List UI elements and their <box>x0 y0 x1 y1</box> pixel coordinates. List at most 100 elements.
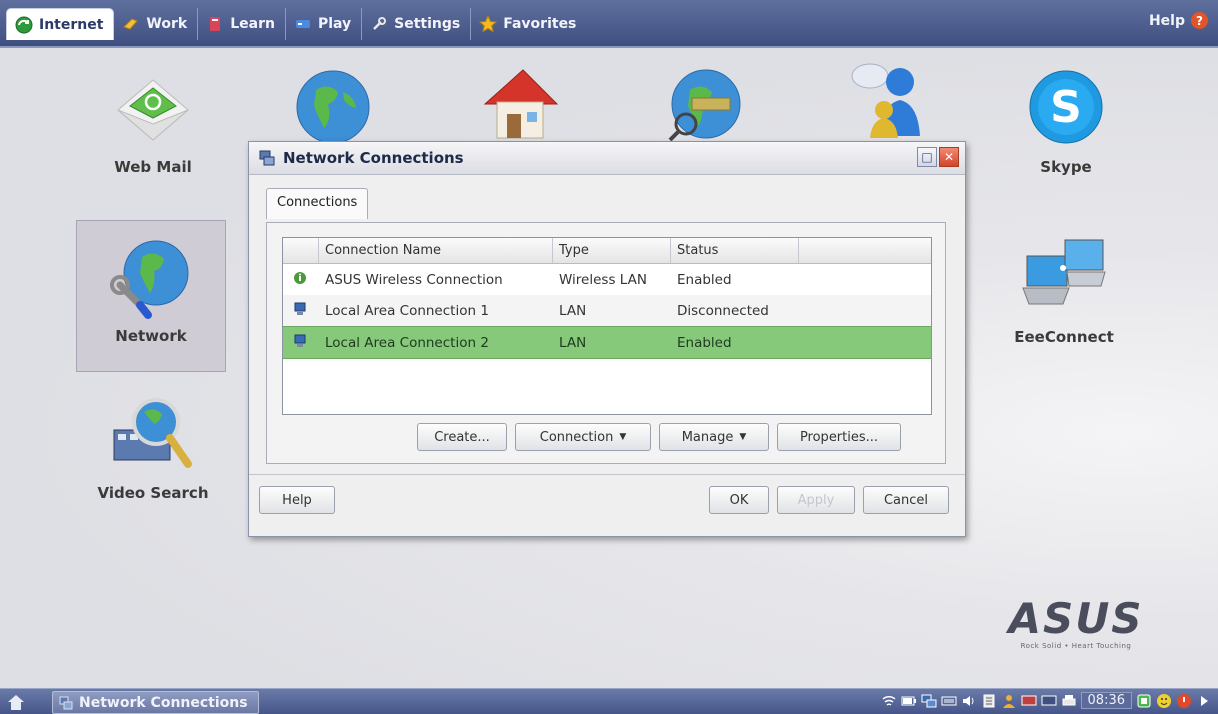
internet-icon <box>15 16 33 33</box>
app-label: Web Mail <box>114 158 192 176</box>
column-header-name[interactable]: Connection Name <box>319 238 553 263</box>
battery-icon[interactable] <box>901 693 917 709</box>
app-label: Skype <box>1040 158 1092 176</box>
apply-button[interactable]: Apply <box>777 486 855 514</box>
chevron-down-icon: ▼ <box>619 432 627 442</box>
tab-work[interactable]: Work <box>114 8 199 40</box>
system-tray: 08:36 <box>881 692 1212 709</box>
tab-learn[interactable]: Learn <box>198 8 286 40</box>
column-header-status[interactable]: Status <box>671 238 799 263</box>
column-header-type[interactable]: Type <box>553 238 671 263</box>
wifi-icon[interactable] <box>881 693 897 709</box>
home-icon[interactable] <box>6 692 26 712</box>
app-label: EeeConnect <box>1014 328 1114 346</box>
dialog-help-button[interactable]: Help <box>259 486 335 514</box>
chevron-down-icon: ▼ <box>739 432 747 442</box>
tab-label: Play <box>317 16 352 32</box>
properties-button[interactable]: Properties... <box>777 423 901 451</box>
column-header-icon[interactable] <box>283 238 319 263</box>
star-icon <box>479 15 498 33</box>
manage-label: Manage <box>681 429 734 445</box>
monitor-icon[interactable] <box>1041 693 1057 709</box>
app-web-mail[interactable]: Web Mail <box>78 62 228 176</box>
display-icon[interactable] <box>1021 693 1037 709</box>
printer-icon[interactable] <box>1061 693 1077 709</box>
connection-name: ASUS Wireless Connection <box>325 271 503 288</box>
row-icon-cell <box>283 271 319 289</box>
task-label: Network Connections <box>79 694 248 711</box>
tab-favorites[interactable]: Favorites <box>471 8 586 40</box>
tab-connections[interactable]: Connections <box>266 188 369 219</box>
close-button[interactable]: ✕ <box>939 147 959 167</box>
connections-list[interactable]: Connection Name Type Status ASUS Wireles… <box>282 237 932 415</box>
dialog-titlebar[interactable]: Network Connections □ ✕ <box>249 142 965 175</box>
tab-play[interactable]: Play <box>286 8 363 40</box>
cancel-label: Cancel <box>883 492 929 508</box>
app-label: Video Search <box>97 484 209 502</box>
help-button[interactable]: Help ? <box>1149 12 1208 29</box>
user-icon[interactable] <box>1001 693 1017 709</box>
volume-icon[interactable] <box>961 693 977 709</box>
chevron-right-icon[interactable] <box>1196 693 1212 709</box>
document-icon[interactable] <box>981 693 997 709</box>
work-icon <box>123 18 139 30</box>
keyboard-icon[interactable] <box>941 693 957 709</box>
skype-icon: S <box>1029 70 1103 144</box>
tab-label: Settings <box>394 16 461 32</box>
tab-connections-label: Connections <box>277 195 358 210</box>
create-label: Create... <box>434 429 490 445</box>
app-label: Network <box>115 327 187 345</box>
lan-icon <box>294 334 306 347</box>
connection-menu-button[interactable]: Connection ▼ <box>515 423 651 451</box>
row-icon-cell <box>283 302 319 320</box>
apply-label: Apply <box>797 492 835 508</box>
ok-label: OK <box>729 492 749 508</box>
table-row[interactable]: ASUS Wireless Connection Wireless LAN En… <box>283 264 931 295</box>
connection-label: Connection <box>539 429 614 445</box>
app-video-search[interactable]: Video Search <box>78 388 228 502</box>
list-header: Connection Name Type Status <box>283 238 931 264</box>
column-header-extra[interactable] <box>799 238 931 263</box>
network-tray-icon[interactable] <box>921 693 937 709</box>
tab-settings[interactable]: Settings <box>362 8 472 40</box>
webmail-icon <box>117 79 189 141</box>
taskbar-item-network-connections[interactable]: Network Connections <box>52 691 259 714</box>
help-label: Help <box>1148 12 1185 29</box>
tab-label: Work <box>146 16 188 32</box>
row-icon-cell <box>283 334 319 352</box>
app-skype[interactable]: S Skype <box>991 62 1141 176</box>
cancel-button[interactable]: Cancel <box>863 486 949 514</box>
lan-icon <box>294 302 306 315</box>
tab-internet[interactable]: Internet <box>6 8 115 40</box>
properties-label: Properties... <box>799 429 879 445</box>
learn-icon <box>210 17 221 31</box>
globe-icon <box>296 70 370 144</box>
app-home[interactable] <box>443 58 593 154</box>
network-connections-icon <box>59 696 73 709</box>
desktop-icon[interactable] <box>1136 693 1152 709</box>
tab-label: Internet <box>39 16 104 33</box>
connection-name: Local Area Connection 1 <box>325 302 489 319</box>
app-messenger[interactable] <box>810 52 960 148</box>
connection-status: Enabled <box>677 271 732 288</box>
ok-button[interactable]: OK <box>709 486 769 514</box>
asus-logo: ASUS Rock Solid • Heart Touching <box>996 596 1156 651</box>
table-row[interactable]: Local Area Connection 2 LAN Enabled <box>283 326 931 359</box>
dialog-tabstrip: Connections <box>266 188 369 219</box>
power-icon[interactable] <box>1176 693 1192 709</box>
connection-type: LAN <box>559 334 587 351</box>
tab-label: Learn <box>230 16 275 32</box>
taskbar: Network Connections 08:36 <box>0 688 1218 714</box>
dialog-title: Network Connections <box>283 149 464 167</box>
restore-button[interactable]: □ <box>917 147 937 167</box>
smiley-icon[interactable] <box>1156 693 1172 709</box>
manage-menu-button[interactable]: Manage ▼ <box>659 423 769 451</box>
app-eeeconnect[interactable]: EeeConnect <box>989 232 1139 346</box>
video-search-icon <box>113 398 192 468</box>
table-row[interactable]: Local Area Connection 1 LAN Disconnected <box>283 295 931 326</box>
app-network[interactable]: Network <box>76 220 226 372</box>
clock[interactable]: 08:36 <box>1080 692 1132 709</box>
create-button[interactable]: Create... <box>417 423 507 451</box>
connection-type: LAN <box>559 302 587 319</box>
dialog-footer-buttons: OK Apply Cancel <box>709 486 949 514</box>
